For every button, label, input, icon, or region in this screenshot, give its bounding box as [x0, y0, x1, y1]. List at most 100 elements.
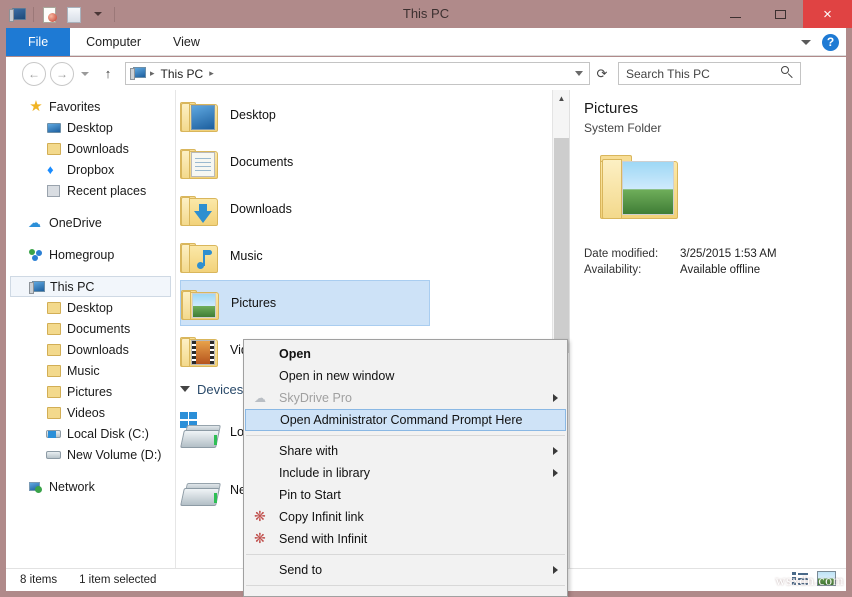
- submenu-arrow-icon: [553, 469, 558, 477]
- list-item-label: Downloads: [230, 202, 292, 216]
- list-item[interactable]: Documents: [180, 139, 430, 185]
- documents-folder-icon: [180, 145, 220, 179]
- address-bar-row: ← → ↑ ▸ This PC ▸ ⟳ Search This PC: [6, 57, 846, 90]
- cloud-icon: ☁: [254, 390, 270, 406]
- sidebar-item-onedrive[interactable]: ☁ OneDrive: [6, 212, 175, 233]
- onedrive-icon: ☁: [28, 215, 44, 231]
- menu-item-send-to[interactable]: Send to: [244, 559, 567, 581]
- desktop-folder-icon: [46, 300, 62, 316]
- recent-locations-icon[interactable]: [77, 62, 93, 86]
- menu-item-include-in-library[interactable]: Include in library: [244, 462, 567, 484]
- submenu-arrow-icon: [553, 566, 558, 574]
- menu-item-label: Open Administrator Command Prompt Here: [280, 413, 522, 427]
- maximize-button[interactable]: [758, 0, 803, 28]
- address-dropdown-icon[interactable]: [575, 63, 583, 84]
- menu-separator: [246, 435, 565, 436]
- menu-item-skydrive-pro[interactable]: ☁ SkyDrive Pro: [244, 387, 567, 409]
- list-item-label: Pictures: [231, 296, 276, 310]
- menu-item-copy[interactable]: Copy: [244, 590, 567, 597]
- menu-item-open[interactable]: Open: [244, 343, 567, 365]
- minimize-button[interactable]: [713, 0, 758, 28]
- sidebar-item-desktop[interactable]: Desktop: [6, 117, 175, 138]
- menu-item-open-administrator-command-prompt-here[interactable]: Open Administrator Command Prompt Here: [245, 409, 566, 431]
- menu-item-pin-to-start[interactable]: Pin to Start: [244, 484, 567, 506]
- status-selection: 1 item selected: [79, 574, 156, 586]
- window-controls: ×: [713, 0, 852, 28]
- menu-item-copy-infinit-link[interactable]: ❋ Copy Infinit link: [244, 506, 567, 528]
- this-pc-icon: [130, 65, 146, 83]
- breadcrumb-separator[interactable]: ▸: [205, 68, 218, 79]
- menu-item-send-with-infinit[interactable]: ❋ Send with Infinit: [244, 528, 567, 550]
- breadcrumb-separator: ▸: [146, 68, 159, 79]
- sidebar-item-this-pc[interactable]: This PC: [10, 276, 171, 297]
- music-folder-icon: [180, 239, 220, 273]
- tab-view[interactable]: View: [157, 28, 216, 56]
- search-input[interactable]: Search This PC: [618, 62, 801, 85]
- this-pc-icon: [29, 279, 45, 295]
- help-icon[interactable]: ?: [822, 34, 839, 51]
- group-header-label: Devices: [197, 382, 243, 397]
- sidebar-item-downloads[interactable]: Downloads: [6, 138, 175, 159]
- menu-item-open-in-new-window[interactable]: Open in new window: [244, 365, 567, 387]
- scroll-up-icon[interactable]: ▲: [553, 90, 569, 107]
- close-button[interactable]: ×: [803, 0, 852, 28]
- list-item[interactable]: Downloads: [180, 186, 430, 232]
- navigation-pane: ★ Favorites Desktop Downloads ♦ Dropbox …: [6, 90, 175, 568]
- menu-item-label: Send to: [279, 563, 322, 577]
- ribbon-right-controls: ?: [801, 28, 839, 56]
- scrollbar-thumb[interactable]: [554, 138, 569, 353]
- sidebar-item-dropbox[interactable]: ♦ Dropbox: [6, 159, 175, 180]
- desktop-folder-icon: [180, 98, 220, 132]
- chevron-down-icon[interactable]: [801, 40, 811, 45]
- back-button[interactable]: ←: [22, 62, 46, 86]
- submenu-arrow-icon: [553, 394, 558, 402]
- sidebar-item-homegroup[interactable]: Homegroup: [6, 244, 175, 265]
- list-item[interactable]: Music: [180, 233, 430, 279]
- list-item[interactable]: Desktop: [180, 92, 430, 138]
- desktop-icon: [46, 120, 62, 136]
- details-value: 3/25/2015 1:53 AM: [680, 248, 777, 260]
- address-input[interactable]: ▸ This PC ▸: [125, 62, 590, 85]
- sidebar-item-videos[interactable]: Videos: [6, 402, 175, 423]
- sidebar-item-label: Desktop: [67, 121, 113, 135]
- downloads-folder-icon: [46, 342, 62, 358]
- search-icon[interactable]: [781, 66, 794, 79]
- windows-drive-icon: [46, 426, 62, 442]
- menu-item-label: Include in library: [279, 466, 370, 480]
- group-header-devices[interactable]: Devices: [180, 378, 243, 400]
- menu-item-label: Send with Infinit: [279, 532, 367, 546]
- list-item-label: Music: [230, 249, 263, 263]
- sidebar-item-label: Dropbox: [67, 163, 114, 177]
- sidebar-item-pictures[interactable]: Pictures: [6, 381, 175, 402]
- sidebar-item-desktop[interactable]: Desktop: [6, 297, 175, 318]
- homegroup-icon: [28, 247, 44, 263]
- context-menu: Open Open in new window ☁ SkyDrive Pro O…: [243, 339, 568, 597]
- sidebar-item-label: This PC: [50, 280, 94, 294]
- sidebar-item-label: Music: [67, 364, 100, 378]
- sidebar-item-downloads[interactable]: Downloads: [6, 339, 175, 360]
- breadcrumb-this-pc[interactable]: This PC: [159, 67, 206, 81]
- ribbon-tab-bar: File Computer View ?: [6, 28, 846, 56]
- forward-button[interactable]: →: [50, 62, 74, 86]
- sidebar-item-favorites[interactable]: ★ Favorites: [6, 96, 175, 117]
- file-explorer-window: This PC × File Computer View ? ← →: [0, 0, 852, 597]
- refresh-button[interactable]: ⟳: [590, 62, 614, 85]
- sidebar-item-documents[interactable]: Documents: [6, 318, 175, 339]
- music-folder-icon: [46, 363, 62, 379]
- status-item-count: 8 items: [20, 574, 57, 586]
- list-item[interactable]: Pictures: [180, 280, 430, 326]
- details-value: Available offline: [680, 264, 760, 276]
- sidebar-item-music[interactable]: Music: [6, 360, 175, 381]
- up-button[interactable]: ↑: [97, 62, 119, 86]
- sidebar-item-local-disk-c[interactable]: Local Disk (C:): [6, 423, 175, 444]
- sidebar-item-label: Desktop: [67, 301, 113, 315]
- sidebar-item-label: Network: [49, 480, 95, 494]
- menu-item-share-with[interactable]: Share with: [244, 440, 567, 462]
- list-item-label: Documents: [230, 155, 293, 169]
- sidebar-item-new-volume-d[interactable]: New Volume (D:): [6, 444, 175, 465]
- sidebar-item-recent-places[interactable]: Recent places: [6, 180, 175, 201]
- tab-file[interactable]: File: [6, 28, 70, 56]
- videos-folder-icon: [46, 405, 62, 421]
- sidebar-item-network[interactable]: Network: [6, 476, 175, 497]
- tab-computer[interactable]: Computer: [70, 28, 157, 56]
